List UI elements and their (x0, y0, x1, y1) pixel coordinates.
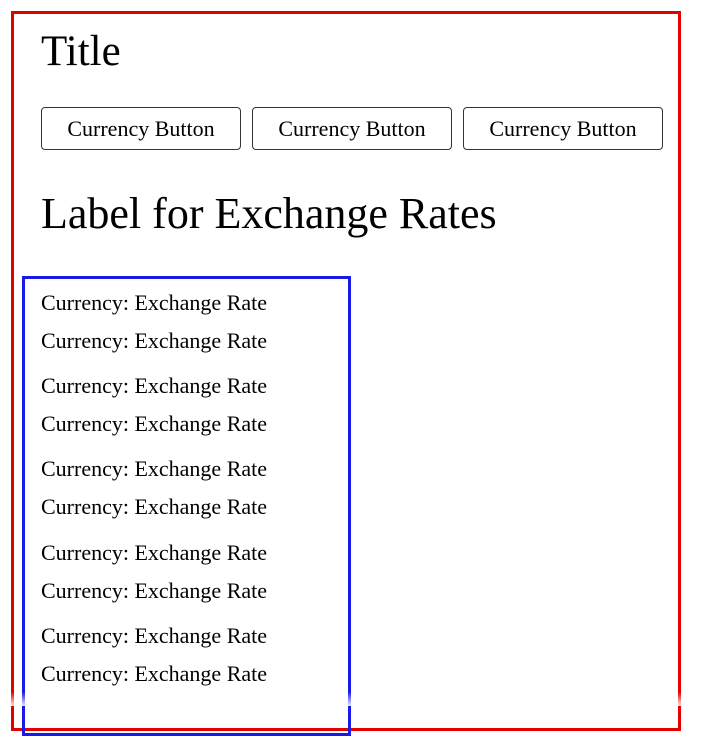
currency-button-2[interactable]: Currency Button (252, 107, 452, 150)
currency-button-1[interactable]: Currency Button (41, 107, 241, 150)
rate-item-6: Currency: Exchange Rate (41, 494, 268, 519)
rate-item-3: Currency: Exchange Rate (41, 373, 268, 398)
rate-item-9: Currency: Exchange Rate (41, 623, 268, 648)
page-title: Title (41, 28, 121, 75)
rate-item-5: Currency: Exchange Rate (41, 456, 268, 481)
rate-item-7: Currency: Exchange Rate (41, 540, 268, 565)
exchange-rates-label: Label for Exchange Rates (41, 189, 497, 238)
rate-item-10: Currency: Exchange Rate (41, 661, 268, 686)
rate-item-4: Currency: Exchange Rate (41, 411, 268, 436)
rate-item-8: Currency: Exchange Rate (41, 578, 268, 603)
rate-item-1: Currency: Exchange Rate (41, 290, 268, 315)
currency-button-3[interactable]: Currency Button (463, 107, 663, 150)
scroll-fade (0, 692, 704, 706)
rate-item-2: Currency: Exchange Rate (41, 328, 268, 353)
currency-button-row: Currency Button Currency Button Currency… (41, 107, 663, 150)
